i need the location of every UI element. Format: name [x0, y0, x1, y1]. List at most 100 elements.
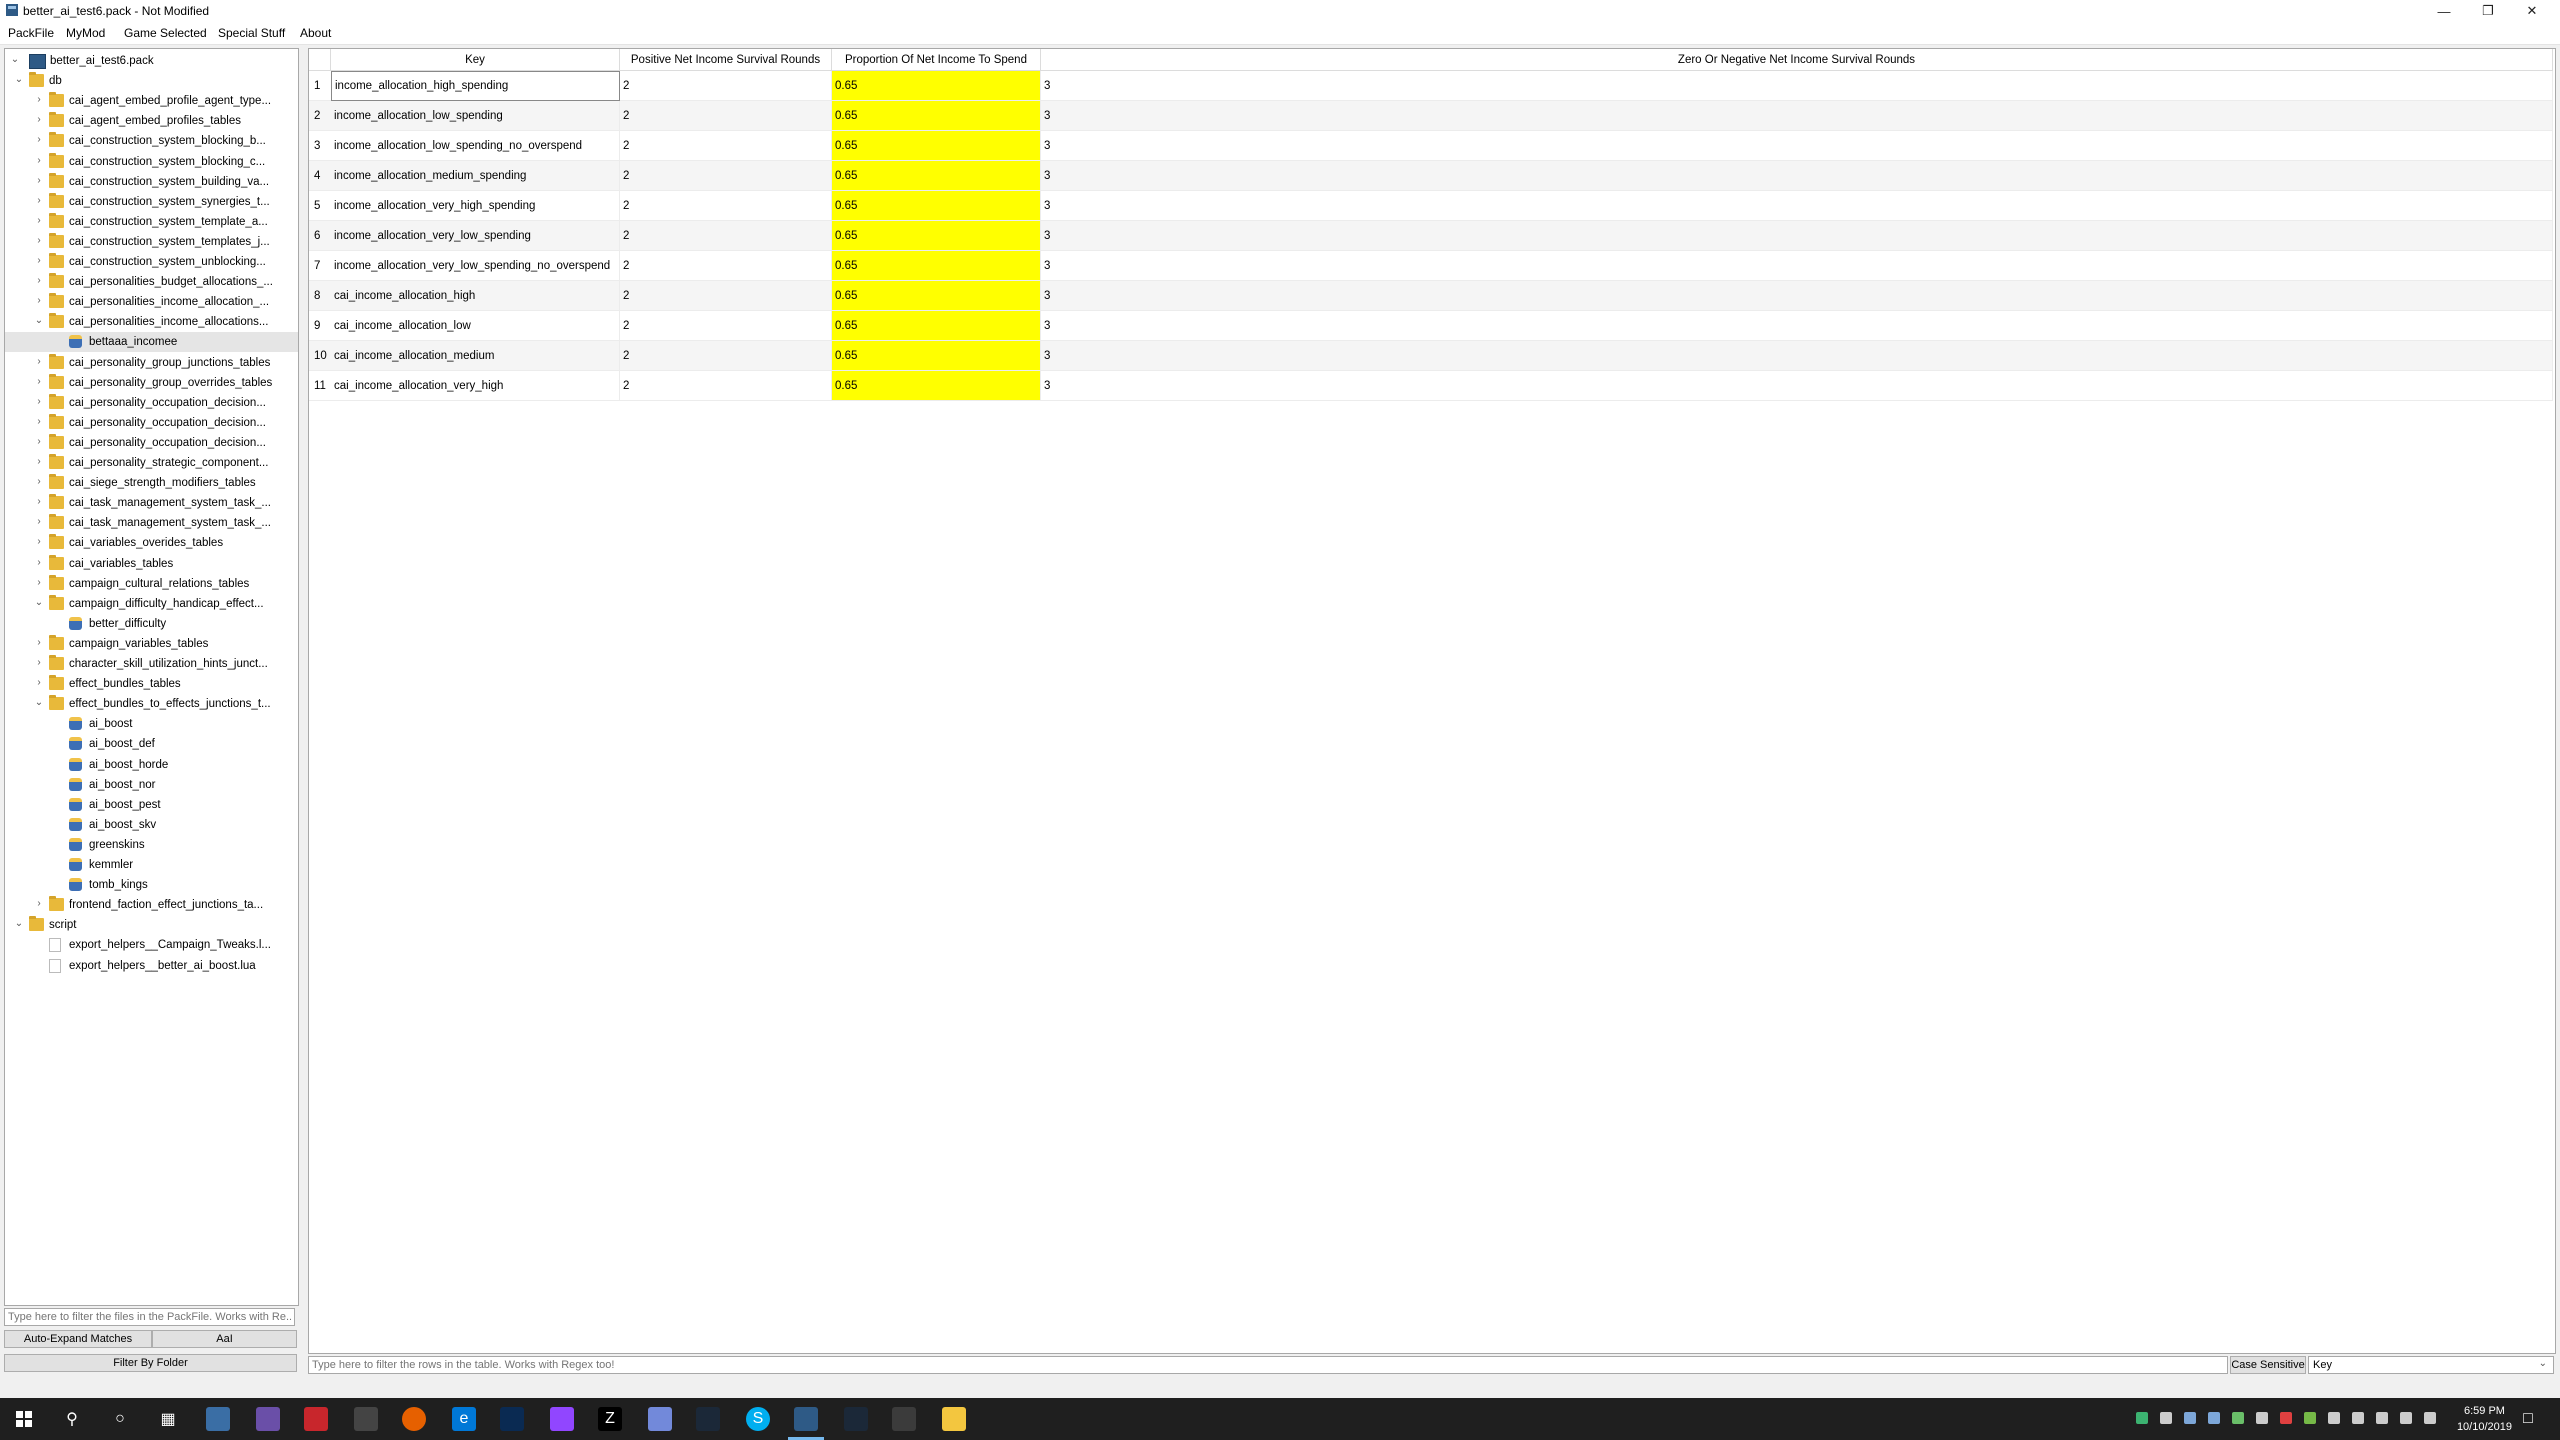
cell-positive[interactable]: 2: [620, 101, 832, 131]
tree-item[interactable]: ai_boost_horde: [5, 755, 298, 775]
cell-zero[interactable]: 3: [1041, 281, 2553, 311]
tray-icon-5[interactable]: [2232, 1412, 2244, 1424]
clock[interactable]: 6:59 PM 10/10/2019: [2457, 1403, 2512, 1435]
rpfm-icon[interactable]: [794, 1407, 818, 1431]
cell-positive[interactable]: 2: [620, 371, 832, 401]
case-sensitive-button[interactable]: Case Sensitive: [2230, 1356, 2306, 1374]
cell-positive[interactable]: 2: [620, 221, 832, 251]
chevron-right-icon[interactable]: ›: [33, 456, 45, 468]
tree-item[interactable]: ai_boost_pest: [5, 795, 298, 815]
cell-zero[interactable]: 3: [1041, 251, 2553, 281]
tree-item[interactable]: ⌄ db: [5, 71, 298, 91]
cell-key[interactable]: income_allocation_very_low_spending_no_o…: [331, 251, 620, 281]
cell-key[interactable]: cai_income_allocation_high: [331, 281, 620, 311]
menu-special-stuff[interactable]: Special Stuff: [218, 26, 285, 40]
cell-key[interactable]: income_allocation_very_high_spending: [331, 191, 620, 221]
cell-proportion[interactable]: 0.65: [832, 341, 1041, 371]
app-taskbar-icon-1[interactable]: [206, 1407, 230, 1431]
tree-item[interactable]: › campaign_variables_tables: [5, 634, 298, 654]
twitch-icon[interactable]: [550, 1407, 574, 1431]
app-taskbar-icon-7[interactable]: [892, 1407, 916, 1431]
row-number[interactable]: 7: [309, 251, 331, 281]
cell-positive[interactable]: 2: [620, 341, 832, 371]
app-taskbar-icon-2[interactable]: [256, 1407, 280, 1431]
cell-positive[interactable]: 2: [620, 251, 832, 281]
cell-proportion[interactable]: 0.65: [832, 371, 1041, 401]
app-taskbar-icon-5[interactable]: [500, 1407, 524, 1431]
minimize-button[interactable]: —: [2422, 0, 2466, 22]
tree-item[interactable]: › effect_bundles_tables: [5, 674, 298, 694]
tree-item[interactable]: better_difficulty: [5, 614, 298, 634]
tree-item[interactable]: › cai_construction_system_blocking_c...: [5, 152, 298, 172]
tree-item[interactable]: ai_boost: [5, 714, 298, 734]
tray-icon-1[interactable]: [2136, 1412, 2148, 1424]
chevron-down-icon[interactable]: ⌄: [13, 918, 25, 930]
chevron-right-icon[interactable]: ›: [33, 637, 45, 649]
chevron-right-icon[interactable]: ›: [33, 416, 45, 428]
tray-icon-4[interactable]: [2208, 1412, 2220, 1424]
cell-key[interactable]: cai_income_allocation_very_high: [331, 371, 620, 401]
cell-zero[interactable]: 3: [1041, 71, 2553, 101]
tree-item[interactable]: › cai_personality_strategic_component...: [5, 453, 298, 473]
tray-icon-9[interactable]: [2328, 1412, 2340, 1424]
chevron-right-icon[interactable]: ›: [33, 295, 45, 307]
cell-key[interactable]: income_allocation_low_spending: [331, 101, 620, 131]
steam-icon[interactable]: [844, 1407, 868, 1431]
tree-item[interactable]: › cai_construction_system_template_a...: [5, 212, 298, 232]
row-number[interactable]: 3: [309, 131, 331, 161]
firefox-icon[interactable]: [402, 1407, 426, 1431]
row-number[interactable]: 11: [309, 371, 331, 401]
column-header-proportion[interactable]: Proportion Of Net Income To Spend: [832, 49, 1041, 71]
chevron-right-icon[interactable]: ›: [33, 496, 45, 508]
cell-key[interactable]: income_allocation_low_spending_no_oversp…: [331, 131, 620, 161]
tree-item[interactable]: bettaaa_incomee: [5, 332, 298, 353]
tree-item[interactable]: › cai_personality_occupation_decision...: [5, 413, 298, 433]
chevron-right-icon[interactable]: ›: [33, 657, 45, 669]
cell-positive[interactable]: 2: [620, 311, 832, 341]
tree-item[interactable]: ai_boost_nor: [5, 775, 298, 795]
search-icon[interactable]: ⚲: [60, 1407, 84, 1431]
tree-item[interactable]: › cai_construction_system_unblocking...: [5, 252, 298, 272]
cell-zero[interactable]: 3: [1041, 101, 2553, 131]
row-number[interactable]: 8: [309, 281, 331, 311]
cell-positive[interactable]: 2: [620, 281, 832, 311]
edge-icon[interactable]: e: [452, 1407, 476, 1431]
tree-item[interactable]: › cai_personality_occupation_decision...: [5, 433, 298, 453]
chevron-down-icon[interactable]: ⌄: [33, 315, 45, 327]
tree-item[interactable]: › cai_task_management_system_task_...: [5, 493, 298, 513]
chevron-right-icon[interactable]: ›: [33, 898, 45, 910]
notifications-icon[interactable]: □: [2516, 1407, 2540, 1431]
app-taskbar-icon-3[interactable]: [304, 1407, 328, 1431]
filter-by-folder-button[interactable]: Filter By Folder: [4, 1354, 297, 1372]
column-header-positive[interactable]: Positive Net Income Survival Rounds: [620, 49, 832, 71]
tree-item[interactable]: ⌄ cai_personalities_income_allocations...: [5, 312, 298, 332]
cell-key[interactable]: income_allocation_very_low_spending: [331, 221, 620, 251]
chevron-right-icon[interactable]: ›: [33, 134, 45, 146]
row-number[interactable]: 5: [309, 191, 331, 221]
tree-item[interactable]: › cai_construction_system_blocking_b...: [5, 131, 298, 151]
cell-zero[interactable]: 3: [1041, 221, 2553, 251]
tree-item[interactable]: › cai_personality_group_overrides_tables: [5, 373, 298, 393]
chevron-right-icon[interactable]: ›: [33, 376, 45, 388]
tree-item[interactable]: › cai_agent_embed_profiles_tables: [5, 111, 298, 131]
chevron-right-icon[interactable]: ›: [33, 536, 45, 548]
battery-icon[interactable]: [2352, 1412, 2364, 1424]
tree-filter-input[interactable]: [4, 1308, 295, 1326]
tree-item[interactable]: › campaign_cultural_relations_tables: [5, 574, 298, 594]
skype-icon[interactable]: S: [746, 1407, 770, 1431]
chevron-right-icon[interactable]: ›: [33, 94, 45, 106]
tree-item[interactable]: › cai_variables_tables: [5, 554, 298, 574]
chevron-right-icon[interactable]: ›: [33, 516, 45, 528]
tray-icon-7[interactable]: [2280, 1412, 2292, 1424]
auto-expand-button[interactable]: Auto-Expand Matches: [4, 1330, 152, 1348]
tree-item[interactable]: export_helpers__Campaign_Tweaks.l...: [5, 935, 298, 955]
case-toggle-button[interactable]: AaI: [152, 1330, 297, 1348]
tree-item[interactable]: › cai_construction_system_synergies_t...: [5, 192, 298, 212]
tray-icon-3[interactable]: [2184, 1412, 2196, 1424]
restore-button[interactable]: ❐: [2466, 0, 2510, 22]
column-header-zero[interactable]: Zero Or Negative Net Income Survival Rou…: [1041, 49, 2553, 71]
row-filter-input[interactable]: [308, 1356, 2228, 1374]
chevron-right-icon[interactable]: ›: [33, 215, 45, 227]
cell-key[interactable]: income_allocation_high_spending: [331, 71, 620, 101]
menu-packfile[interactable]: PackFile: [8, 26, 54, 40]
